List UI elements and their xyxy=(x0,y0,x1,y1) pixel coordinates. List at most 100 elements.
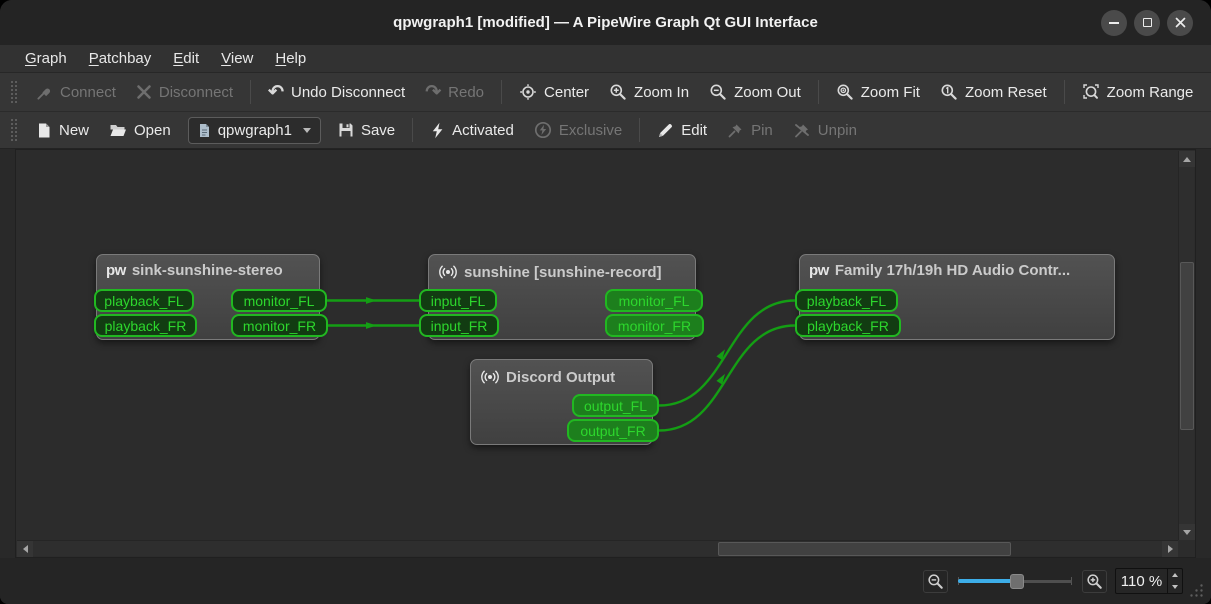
edit-pencil-icon xyxy=(659,123,673,137)
save-button[interactable]: Save xyxy=(328,115,405,145)
close-icon xyxy=(1175,17,1185,28)
undo-button[interactable]: ↶ Undo Disconnect xyxy=(258,77,415,107)
patchbay-select-value: qpwgraph1 xyxy=(217,121,292,139)
scroll-right-button[interactable] xyxy=(1162,541,1178,557)
node-header: pw Family 17h/19h HD Audio Contr... xyxy=(800,255,1114,286)
port-output-fr[interactable]: output_FR xyxy=(567,419,659,442)
minimize-button[interactable] xyxy=(1101,9,1127,36)
node-title: Family 17h/19h HD Audio Contr... xyxy=(834,262,1071,279)
spin-up-button[interactable] xyxy=(1168,569,1182,581)
spin-down-button[interactable] xyxy=(1168,581,1182,593)
horizontal-scrollbar[interactable] xyxy=(17,540,1178,557)
menu-graph[interactable]: Graph xyxy=(14,45,78,72)
redo-button[interactable]: ↷ Redo xyxy=(415,77,494,107)
patchbay-file-icon xyxy=(199,123,209,137)
close-button[interactable] xyxy=(1167,9,1193,36)
node-title: sink-sunshine-stereo xyxy=(131,262,283,279)
scroll-down-button[interactable] xyxy=(1179,524,1195,540)
port-monitor-fl[interactable]: monitor_FL xyxy=(605,289,703,312)
port-input-fl[interactable]: input_FL xyxy=(419,289,497,312)
cable-arrow xyxy=(366,322,377,329)
menu-view[interactable]: View xyxy=(210,45,264,72)
pin-icon xyxy=(728,124,742,137)
toolbar-separator xyxy=(250,80,252,104)
save-icon xyxy=(339,123,353,137)
audio-stream-icon xyxy=(439,265,457,279)
new-button[interactable]: New xyxy=(26,115,99,145)
patchbay-select[interactable]: qpwgraph1 xyxy=(187,116,321,144)
spin-buttons xyxy=(1167,569,1182,593)
toolbar-graph: Connect Disconnect ↶ Undo Disconnect ↷ R… xyxy=(0,73,1211,112)
port-playback-fr[interactable]: playback_FR xyxy=(94,314,197,337)
connections-layer xyxy=(327,297,796,432)
zoom-slider[interactable] xyxy=(956,572,1074,590)
cable-arrow xyxy=(366,297,377,304)
unpin-button[interactable]: Unpin xyxy=(783,115,867,145)
title-bar[interactable]: qpwgraph1 [modified] — A PipeWire Graph … xyxy=(0,0,1211,45)
exclusive-button[interactable]: Exclusive xyxy=(524,115,632,145)
zoom-percent-value: 110 % xyxy=(1120,572,1163,590)
zoom-out-button[interactable]: Zoom Out xyxy=(699,77,811,107)
arrow-up-icon xyxy=(1183,156,1191,162)
port-playback-fl[interactable]: playback_FL xyxy=(795,289,898,312)
app-window: qpwgraph1 [modified] — A PipeWire Graph … xyxy=(0,0,1211,604)
zoom-in-button[interactable]: Zoom In xyxy=(599,77,699,107)
connect-button[interactable]: Connect xyxy=(26,77,126,107)
menu-edit[interactable]: Edit xyxy=(162,45,210,72)
zoom-range-icon xyxy=(1082,84,1099,99)
port-playback-fl[interactable]: playback_FL xyxy=(94,289,194,312)
vertical-scrollbar-thumb[interactable] xyxy=(1180,262,1194,430)
window-resize-grip[interactable] xyxy=(1189,583,1204,598)
undo-icon: ↶ xyxy=(268,81,284,103)
node-title: sunshine [sunshine-record] xyxy=(464,263,662,281)
port-monitor-fr[interactable]: monitor_FR xyxy=(231,314,328,337)
window-title: qpwgraph1 [modified] — A PipeWire Graph … xyxy=(393,14,818,31)
audio-stream-icon xyxy=(481,370,499,384)
connection-output-fr-playback-fr[interactable] xyxy=(658,324,796,432)
connect-icon xyxy=(37,88,51,100)
toolbar-separator xyxy=(412,118,414,142)
statusbar-zoom-out-button[interactable] xyxy=(923,569,948,593)
zoom-range-button[interactable]: Zoom Range xyxy=(1072,77,1204,107)
disconnect-button[interactable]: Disconnect xyxy=(126,77,243,107)
graph-canvas[interactable]: pw sink-sunshine-stereo playback_FL play… xyxy=(15,149,1196,558)
node-title: Discord Output xyxy=(506,368,616,386)
port-output-fl[interactable]: output_FL xyxy=(572,394,659,417)
exclusive-icon xyxy=(534,121,551,139)
zoom-slider-fill xyxy=(958,579,1014,583)
zoom-percent-spinbox[interactable]: 110 % xyxy=(1115,568,1183,594)
redo-icon: ↷ xyxy=(425,81,442,103)
unpin-icon xyxy=(794,123,809,137)
toolbar-drag-handle[interactable] xyxy=(10,80,18,104)
port-input-fr[interactable]: input_FR xyxy=(419,314,499,337)
toolbar-separator xyxy=(501,80,503,104)
zoom-fit-icon xyxy=(837,84,853,100)
toolbar-drag-handle[interactable] xyxy=(10,118,18,142)
new-file-icon xyxy=(39,123,50,137)
arrow-left-icon xyxy=(22,545,28,553)
zoom-reset-button[interactable]: Zoom Reset xyxy=(930,77,1057,107)
statusbar-zoom-in-button[interactable] xyxy=(1082,569,1107,593)
edit-button[interactable]: Edit xyxy=(647,115,717,145)
center-button[interactable]: Center xyxy=(509,77,599,107)
open-button[interactable]: Open xyxy=(99,115,181,145)
port-monitor-fr[interactable]: monitor_FR xyxy=(605,314,704,337)
port-playback-fr[interactable]: playback_FR xyxy=(795,314,901,337)
zoom-slider-handle[interactable] xyxy=(1010,574,1024,589)
toolbar-separator xyxy=(817,80,819,104)
scroll-up-button[interactable] xyxy=(1179,151,1195,167)
scroll-left-button[interactable] xyxy=(17,541,33,557)
horizontal-scrollbar-thumb[interactable] xyxy=(718,542,1011,556)
pin-button[interactable]: Pin xyxy=(717,115,783,145)
menu-patchbay[interactable]: Patchbay xyxy=(78,45,163,72)
menu-help[interactable]: Help xyxy=(264,45,317,72)
open-folder-icon xyxy=(110,125,127,136)
arrow-down-icon xyxy=(1172,585,1178,589)
toolbar-separator xyxy=(639,118,641,142)
maximize-button[interactable] xyxy=(1134,9,1160,36)
zoom-out-icon xyxy=(928,573,943,589)
port-monitor-fl[interactable]: monitor_FL xyxy=(231,289,327,312)
zoom-fit-button[interactable]: Zoom Fit xyxy=(826,77,930,107)
activated-button[interactable]: Activated xyxy=(420,115,524,145)
vertical-scrollbar[interactable] xyxy=(1178,151,1195,540)
